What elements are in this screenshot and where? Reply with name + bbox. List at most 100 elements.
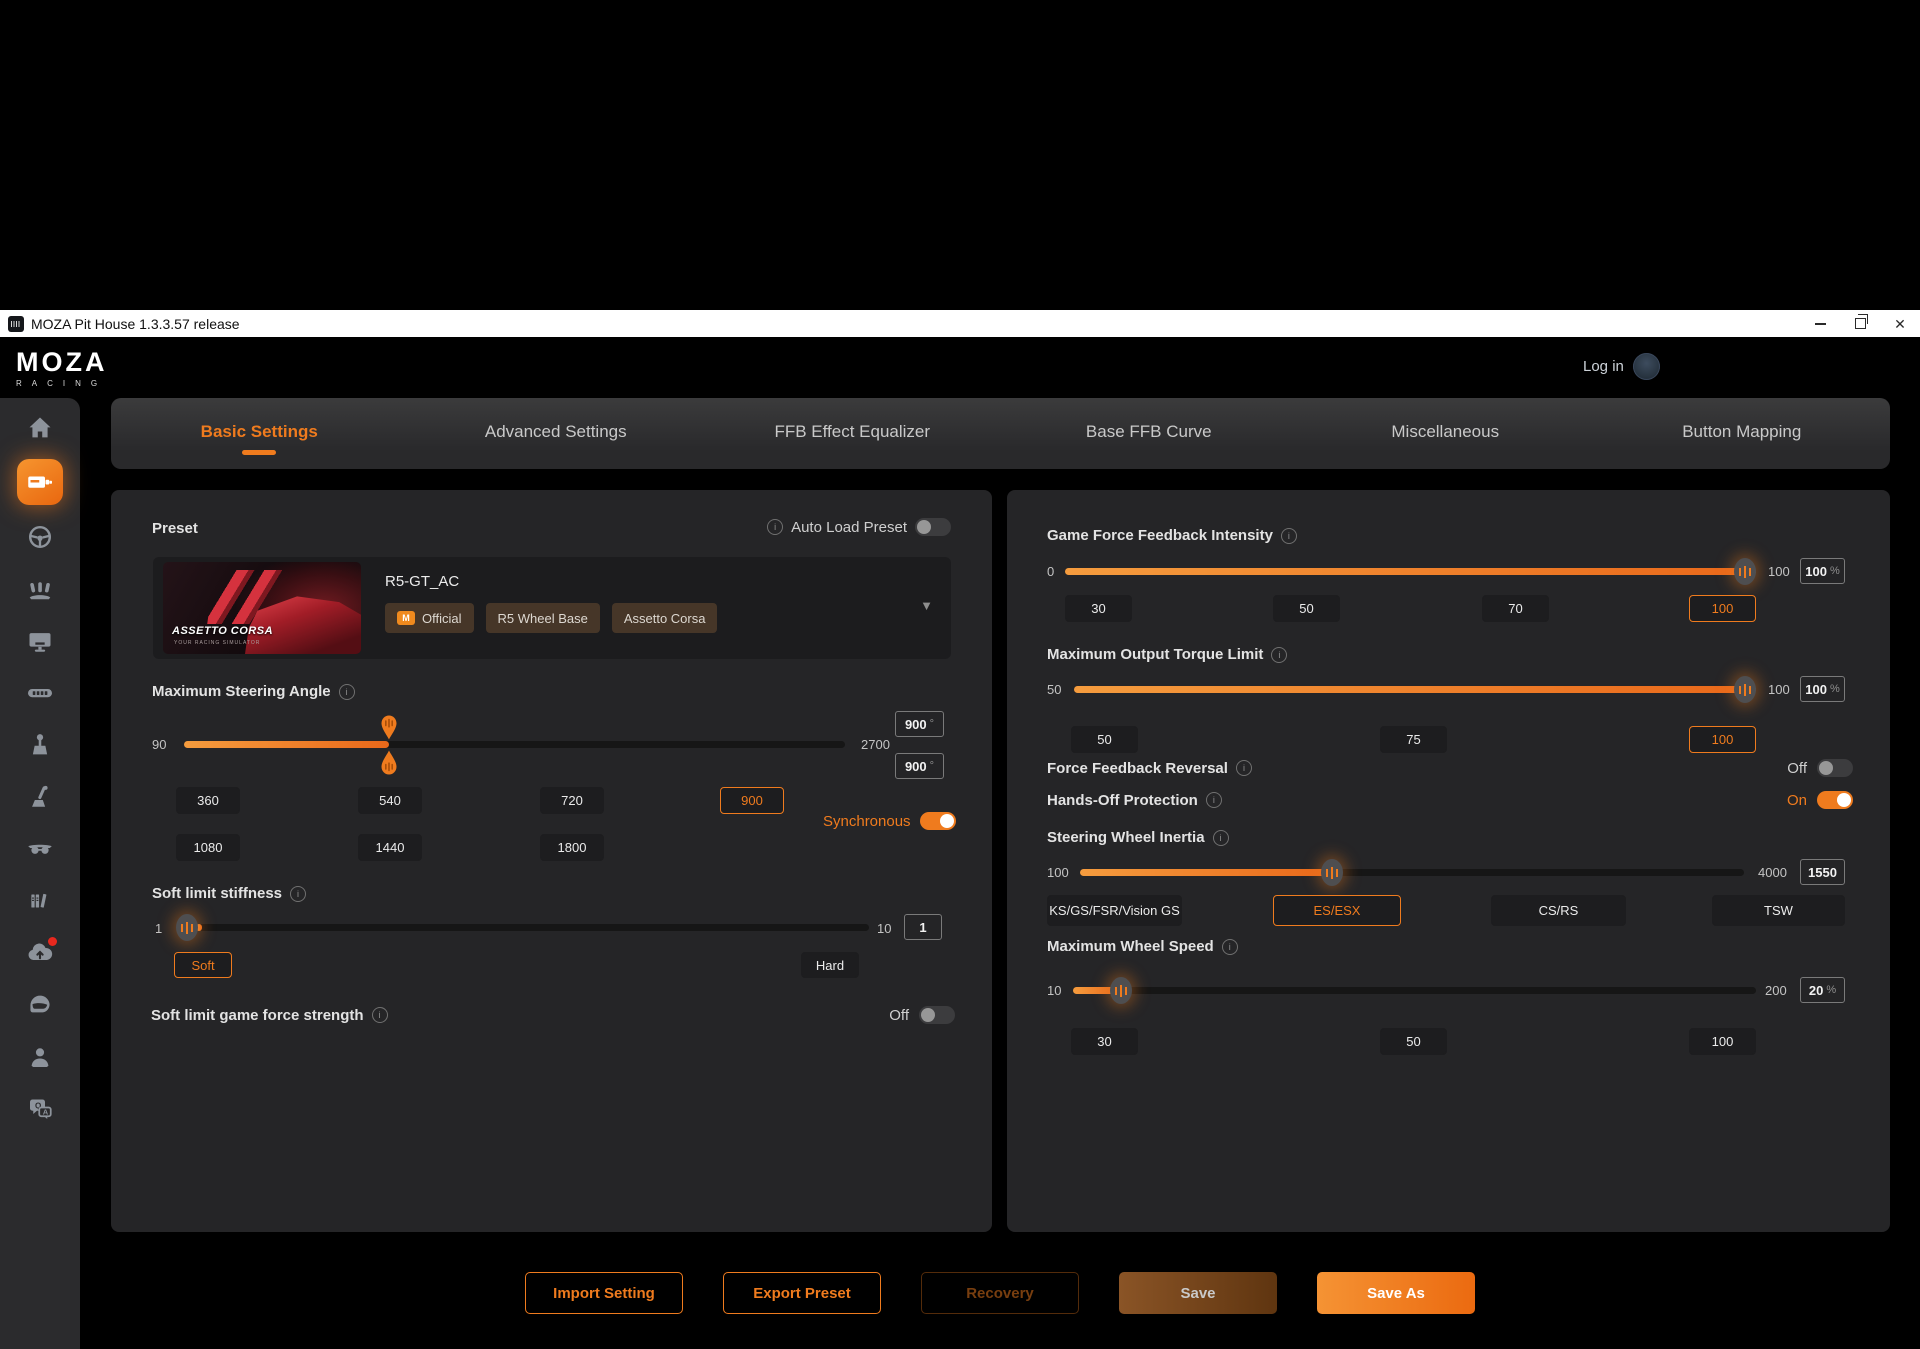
game-force-toggle[interactable]: [919, 1006, 955, 1024]
ffb-intensity-title: Game Force Feedback Intensityi: [1047, 527, 1297, 544]
torque-slider[interactable]: [1074, 686, 1756, 693]
inertia-value-input[interactable]: 1550: [1800, 859, 1845, 885]
preset-selector-card[interactable]: ASSETTO CORSA YOUR RACING SIMULATOR R5-G…: [153, 557, 951, 659]
login-avatar[interactable]: [1633, 353, 1660, 380]
stiffness-hard-button[interactable]: Hard: [801, 952, 859, 978]
minimize-button[interactable]: [1800, 310, 1840, 337]
restore-button[interactable]: [1840, 310, 1880, 337]
steering-preset-540[interactable]: 540: [358, 787, 422, 814]
sidebar-item-dash-glasses[interactable]: [17, 833, 63, 864]
app-icon: [8, 316, 24, 332]
inertia-preset-ks-gs-fsr-visiongs[interactable]: KS/GS/FSR/Vision GS: [1047, 895, 1182, 926]
speed-preset-100[interactable]: 100: [1689, 1028, 1756, 1055]
steering-value-input-bottom[interactable]: 900°: [895, 753, 944, 779]
tab-label: Advanced Settings: [485, 422, 627, 442]
stiffness-value-input[interactable]: 1: [904, 914, 942, 940]
hands-off-toggle[interactable]: [1817, 791, 1853, 809]
torque-preset-50[interactable]: 50: [1071, 726, 1138, 753]
speed-value-input[interactable]: 20%: [1800, 977, 1845, 1003]
intensity-slider[interactable]: [1065, 568, 1756, 575]
inertia-preset-es-esx[interactable]: ES/ESX: [1273, 895, 1401, 926]
auto-load-preset-row: i Auto Load Preset: [767, 518, 951, 536]
steering-preset-900[interactable]: 900: [720, 787, 784, 814]
info-icon[interactable]: i: [1236, 760, 1252, 776]
intensity-slider-handle[interactable]: [1734, 558, 1756, 585]
info-icon[interactable]: i: [1271, 647, 1287, 663]
pedals-icon: [26, 575, 54, 603]
stiffness-slider[interactable]: [196, 924, 869, 931]
thumb-title: ASSETTO CORSA: [172, 625, 273, 637]
torque-value-input[interactable]: 100%: [1800, 676, 1845, 702]
sidebar-item-display[interactable]: [17, 625, 63, 656]
info-icon[interactable]: i: [1213, 830, 1229, 846]
steering-slider-handle-top[interactable]: [379, 714, 399, 740]
synchronous-toggle[interactable]: [920, 812, 956, 830]
ffb-reversal-toggle[interactable]: [1817, 759, 1853, 777]
close-button[interactable]: ✕: [1880, 310, 1920, 337]
inertia-preset-tsw[interactable]: TSW: [1712, 895, 1845, 926]
tab-button-mapping[interactable]: Button Mapping: [1594, 398, 1891, 469]
steering-preset-360[interactable]: 360: [176, 787, 240, 814]
sidebar-item-steering-wheel[interactable]: [17, 521, 63, 552]
sidebar-item-support-qa[interactable]: QA: [17, 1093, 63, 1124]
info-icon[interactable]: i: [1281, 528, 1297, 544]
inertia-slider-handle[interactable]: [1321, 859, 1343, 886]
export-preset-button[interactable]: Export Preset: [723, 1272, 881, 1314]
tab-label: Button Mapping: [1682, 422, 1801, 442]
save-as-button[interactable]: Save As: [1317, 1272, 1475, 1314]
sidebar-item-account[interactable]: [17, 1041, 63, 1072]
info-icon[interactable]: i: [339, 684, 355, 700]
speed-preset-50[interactable]: 50: [1380, 1028, 1447, 1055]
tab-basic-settings[interactable]: Basic Settings: [111, 398, 408, 469]
steering-slider-handle-bottom[interactable]: [379, 750, 399, 776]
intensity-preset-50[interactable]: 50: [1273, 595, 1340, 622]
info-icon[interactable]: i: [290, 886, 306, 902]
steering-preset-1080[interactable]: 1080: [176, 834, 240, 861]
info-icon[interactable]: i: [1222, 939, 1238, 955]
steering-preset-720[interactable]: 720: [540, 787, 604, 814]
save-button[interactable]: Save: [1119, 1272, 1277, 1314]
info-icon[interactable]: i: [767, 519, 783, 535]
sidebar-item-wheelbase[interactable]: [17, 459, 63, 505]
tab-advanced-settings[interactable]: Advanced Settings: [408, 398, 705, 469]
speed-slider[interactable]: [1073, 987, 1756, 994]
chevron-down-icon[interactable]: ▼: [920, 598, 933, 613]
sidebar-item-races[interactable]: [17, 989, 63, 1020]
steering-value-input-top[interactable]: 900°: [895, 711, 944, 737]
steering-angle-slider[interactable]: [184, 741, 845, 748]
torque-preset-100[interactable]: 100: [1689, 726, 1756, 753]
inertia-preset-cs-rs[interactable]: CS/RS: [1491, 895, 1626, 926]
import-setting-button[interactable]: Import Setting: [525, 1272, 683, 1314]
intensity-preset-100[interactable]: 100: [1689, 595, 1756, 622]
preset-thumbnail: ASSETTO CORSA YOUR RACING SIMULATOR: [163, 562, 361, 654]
stiffness-soft-button[interactable]: Soft: [174, 952, 232, 978]
sidebar-item-handbrake[interactable]: [17, 781, 63, 812]
sidebar-item-firmware-update[interactable]: [17, 937, 63, 968]
tab-miscellaneous[interactable]: Miscellaneous: [1297, 398, 1594, 469]
steering-preset-1440[interactable]: 1440: [358, 834, 422, 861]
sidebar-item-pedals[interactable]: [17, 573, 63, 604]
intensity-preset-70[interactable]: 70: [1482, 595, 1549, 622]
sidebar-item-home[interactable]: [17, 412, 63, 443]
info-icon[interactable]: i: [372, 1007, 388, 1023]
speed-preset-30[interactable]: 30: [1071, 1028, 1138, 1055]
intensity-preset-30[interactable]: 30: [1065, 595, 1132, 622]
steering-preset-1800[interactable]: 1800: [540, 834, 604, 861]
preset-name: R5-GT_AC: [385, 573, 459, 590]
info-icon[interactable]: i: [1206, 792, 1222, 808]
login-button[interactable]: Log in: [1583, 353, 1660, 380]
torque-slider-handle[interactable]: [1734, 676, 1756, 703]
auto-load-preset-toggle[interactable]: [915, 518, 951, 536]
stiffness-slider-handle[interactable]: [176, 914, 198, 941]
inertia-slider[interactable]: [1080, 869, 1744, 876]
torque-preset-75[interactable]: 75: [1380, 726, 1447, 753]
sidebar-item-shifter[interactable]: [17, 729, 63, 760]
recovery-button[interactable]: Recovery: [921, 1272, 1079, 1314]
settings-tabbar: Basic Settings Advanced Settings FFB Eff…: [111, 398, 1890, 469]
sidebar-item-led-strip[interactable]: [17, 677, 63, 708]
tab-ffb-effect-equalizer[interactable]: FFB Effect Equalizer: [704, 398, 1001, 469]
intensity-value-input[interactable]: 100%: [1800, 558, 1845, 584]
speed-slider-handle[interactable]: [1110, 977, 1132, 1004]
sidebar-item-library[interactable]: [17, 885, 63, 916]
tab-base-ffb-curve[interactable]: Base FFB Curve: [1001, 398, 1298, 469]
